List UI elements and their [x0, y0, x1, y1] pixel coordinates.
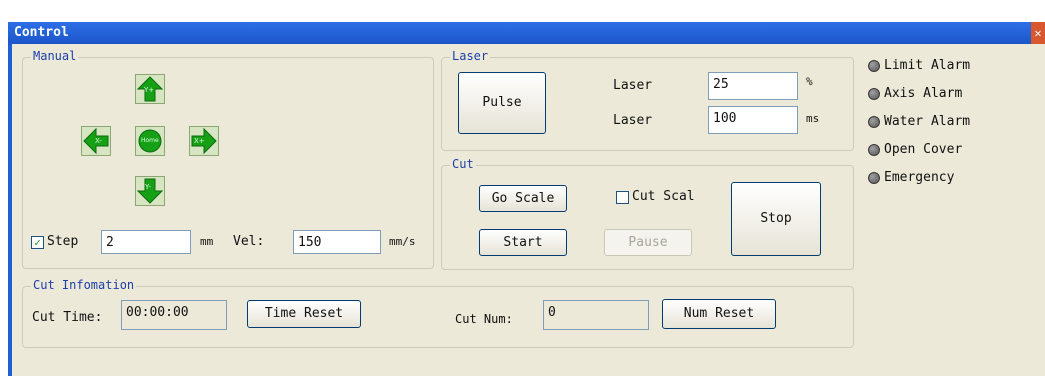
vel-input[interactable]: 150: [293, 230, 381, 254]
cut-num-field: 0: [543, 300, 649, 330]
jog-x-plus-label: X+: [194, 137, 205, 145]
vel-unit-label: mm/s: [389, 235, 416, 248]
axis-alarm-indicator: [868, 88, 880, 100]
manual-group-label: Manual: [31, 49, 79, 63]
jog-x-minus-label: X-: [95, 137, 102, 145]
window-title: Control: [14, 25, 69, 40]
control-window: Control ✕ Manual Y+ X- Home X+ Y- ✓ Step…: [8, 22, 1045, 376]
emergency-indicator: [868, 172, 880, 184]
jog-y-minus-button[interactable]: Y-: [135, 176, 165, 206]
jog-x-minus-button[interactable]: X-: [81, 126, 111, 156]
jog-x-plus-button[interactable]: X+: [189, 126, 219, 156]
jog-y-plus-label: Y+: [144, 86, 155, 94]
close-icon: ✕: [1034, 26, 1042, 40]
cut-group-label: Cut: [450, 157, 476, 171]
num-reset-button[interactable]: Num Reset: [662, 299, 776, 329]
jog-y-plus-button[interactable]: Y+: [135, 74, 165, 104]
open-cover-indicator: [868, 144, 880, 156]
axis-alarm-label: Axis Alarm: [884, 86, 963, 101]
client-area: Manual Y+ X- Home X+ Y- ✓ Step 2 mm Vel:…: [12, 44, 1045, 376]
water-alarm-indicator: [868, 116, 880, 128]
start-button[interactable]: Start: [479, 229, 567, 256]
step-label: Step: [47, 234, 79, 249]
arrow-down-icon: [136, 178, 164, 204]
laser-power-label: Laser: [613, 78, 653, 93]
laser-group: Laser Pulse Laser 25 % Laser 100 ms: [441, 49, 854, 151]
laser-time-label: Laser: [613, 113, 653, 128]
cut-time-label: Cut Time:: [32, 310, 103, 325]
limit-alarm-label: Limit Alarm: [884, 58, 971, 73]
title-bar[interactable]: Control ✕: [8, 22, 1045, 44]
water-alarm-label: Water Alarm: [884, 114, 971, 129]
time-reset-button[interactable]: Time Reset: [247, 300, 361, 328]
cut-scal-label: Cut Scal: [632, 189, 695, 204]
vel-label: Vel:: [233, 234, 265, 249]
limit-alarm-indicator: [868, 60, 880, 72]
cut-info-group: Cut Infomation Cut Time: 00:00:00 Time R…: [22, 278, 854, 348]
cut-time-field: 00:00:00: [121, 300, 227, 330]
jog-y-minus-label: Y-: [145, 183, 151, 191]
cut-info-group-label: Cut Infomation: [31, 278, 137, 292]
pause-button[interactable]: Pause: [604, 229, 692, 256]
cut-num-label: Cut Num:: [455, 312, 513, 326]
stop-button[interactable]: Stop: [731, 182, 821, 256]
close-button[interactable]: ✕: [1031, 22, 1045, 44]
laser-power-input[interactable]: 25: [708, 72, 798, 100]
laser-time-unit: ms: [806, 112, 820, 125]
step-check-mark: ✓: [34, 236, 41, 249]
alarm-list: Limit Alarm Axis Alarm Water Alarm Open …: [868, 58, 1038, 198]
step-checkbox[interactable]: ✓: [31, 236, 44, 249]
open-cover-label: Open Cover: [884, 142, 963, 157]
laser-time-input[interactable]: 100: [708, 106, 798, 134]
manual-group: Manual Y+ X- Home X+ Y- ✓ Step 2 mm Vel:…: [22, 49, 434, 269]
cut-scal-checkbox[interactable]: [616, 191, 629, 204]
pulse-button[interactable]: Pulse: [458, 72, 546, 134]
laser-group-label: Laser: [450, 49, 491, 63]
step-input[interactable]: 2: [101, 230, 191, 254]
step-unit-label: mm: [200, 235, 214, 248]
home-button[interactable]: Home: [135, 126, 165, 156]
laser-power-unit: %: [806, 75, 813, 88]
go-scale-button[interactable]: Go Scale: [479, 185, 567, 212]
cut-group: Cut Go Scale Cut Scal Start Pause Stop: [441, 157, 854, 270]
emergency-label: Emergency: [884, 170, 955, 185]
home-label: Home: [141, 137, 159, 144]
